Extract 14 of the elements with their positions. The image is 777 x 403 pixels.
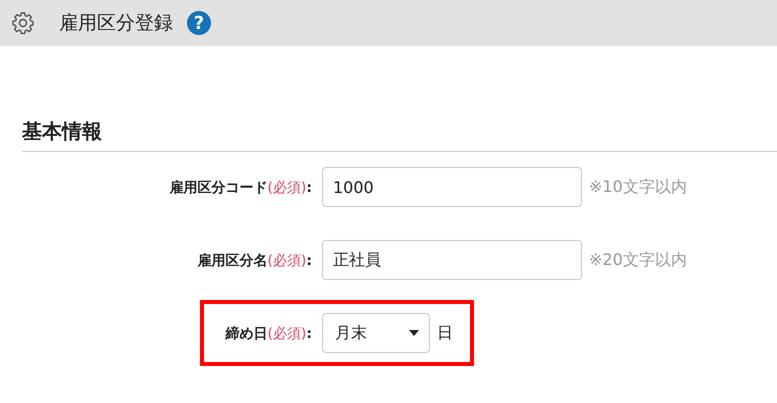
help-icon[interactable]: ? <box>187 11 211 35</box>
section-title: 基本情報 <box>22 118 777 152</box>
page-title: 雇用区分登録 <box>59 11 173 36</box>
unit-label: 日 <box>437 322 453 344</box>
settings-icon[interactable] <box>11 11 35 35</box>
field-label: 雇用区分コード(必須): <box>169 180 312 196</box>
caret-icon <box>409 330 419 336</box>
dropdown[interactable]: 月末 <box>322 313 430 353</box>
field-label: 雇用区分名(必須): <box>197 253 312 269</box>
text-field[interactable]: 正社員 <box>322 240 582 280</box>
text-field[interactable]: 1000 <box>322 167 582 207</box>
field-label: 締め日(必須): <box>225 326 312 342</box>
hint-text: ※10文字以内 <box>589 176 687 198</box>
hint-text: ※20文字以内 <box>589 250 687 270</box>
